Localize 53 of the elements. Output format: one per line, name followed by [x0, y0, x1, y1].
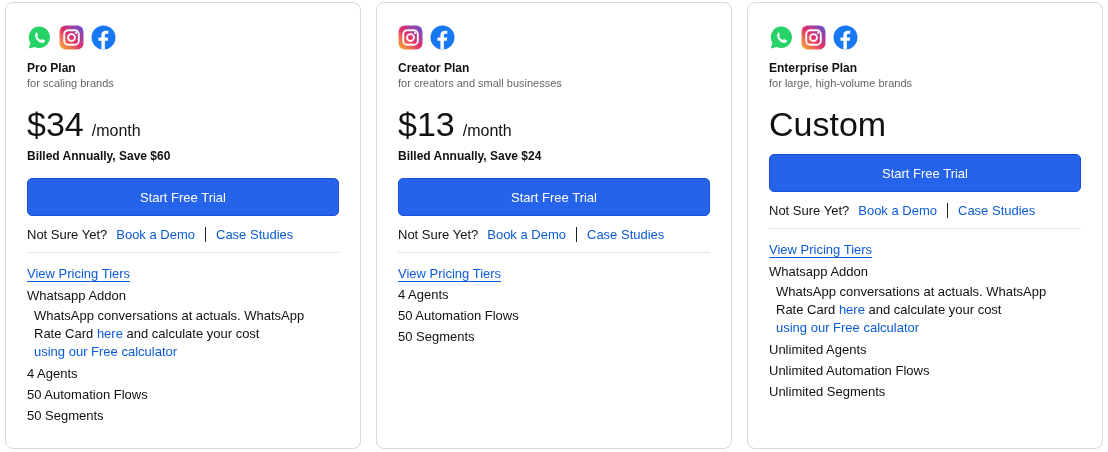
- addon-link[interactable]: using our Free calculator: [34, 344, 178, 359]
- price-amount: Custom: [769, 104, 887, 144]
- feature-item: 50 Automation Flows: [27, 387, 149, 403]
- facebook-icon: [430, 25, 455, 50]
- plan-name: Creator Plan: [398, 61, 471, 76]
- unsure-prompt: Not Sure Yet?: [769, 202, 850, 218]
- case-studies-link[interactable]: Case Studies: [216, 226, 294, 242]
- instagram-icon: [801, 25, 826, 50]
- unsure-prompt: Not Sure Yet?: [27, 226, 108, 242]
- start-trial-button[interactable]: Start Free Trial: [27, 178, 339, 216]
- feature-item: 50 Segments: [398, 329, 476, 345]
- plan-tagline: for large, high-volume brands: [769, 76, 914, 90]
- facebook-icon: [91, 25, 116, 50]
- facebook-icon: [833, 25, 858, 50]
- billing-note: Billed Annually, Save $60: [27, 148, 172, 164]
- demo-link[interactable]: Book a Demo: [487, 226, 566, 242]
- addon-link[interactable]: here: [838, 302, 865, 317]
- feature-item: 4 Agents: [27, 366, 79, 382]
- feature-item: Unlimited Segments: [769, 384, 887, 400]
- unsure-prompt: Not Sure Yet?: [398, 226, 479, 242]
- price-period: /month: [462, 122, 512, 140]
- instagram-icon: [59, 25, 84, 50]
- price-period: /month: [91, 122, 141, 140]
- feature-item: 4 Agents: [398, 287, 450, 303]
- plan-tagline: for scaling brands: [27, 76, 115, 90]
- addon-title: Whatsapp Addon: [27, 288, 128, 304]
- addon-title: Whatsapp Addon: [769, 264, 870, 280]
- addon-link[interactable]: using our Free calculator: [776, 320, 920, 335]
- feature-item: Unlimited Automation Flows: [769, 363, 931, 379]
- feature-item: 50 Segments: [27, 408, 105, 424]
- plan-name: Pro Plan: [27, 61, 77, 76]
- whatsapp-icon: [27, 25, 52, 50]
- price-amount: $34: [27, 104, 84, 144]
- addon-link[interactable]: here: [96, 326, 123, 341]
- pricing-tiers-link[interactable]: View Pricing Tiers: [27, 266, 131, 282]
- addon-description: WhatsApp conversations at actuals. WhatsApp Rate Card here and calculate your cost using our Free calculator: [776, 283, 1048, 337]
- start-trial-button[interactable]: Start Free Trial: [769, 154, 1081, 192]
- pricing-tiers-link[interactable]: View Pricing Tiers: [398, 266, 502, 282]
- demo-link[interactable]: Book a Demo: [858, 202, 937, 218]
- demo-link[interactable]: Book a Demo: [116, 226, 195, 242]
- case-studies-link[interactable]: Case Studies: [958, 202, 1036, 218]
- price-amount: $13: [398, 104, 455, 144]
- addon-description: WhatsApp conversations at actuals. WhatsApp Rate Card here and calculate your cost using our Free calculator: [34, 307, 306, 361]
- case-studies-link[interactable]: Case Studies: [587, 226, 665, 242]
- whatsapp-icon: [769, 25, 794, 50]
- plan-name: Enterprise Plan: [769, 61, 859, 76]
- feature-item: Unlimited Agents: [769, 342, 868, 358]
- plan-tagline: for creators and small businesses: [398, 76, 563, 90]
- pricing-tiers-link[interactable]: View Pricing Tiers: [769, 242, 873, 258]
- start-trial-button[interactable]: Start Free Trial: [398, 178, 710, 216]
- instagram-icon: [398, 25, 423, 50]
- billing-note: Billed Annually, Save $24: [398, 148, 543, 164]
- feature-item: 50 Automation Flows: [398, 308, 520, 324]
